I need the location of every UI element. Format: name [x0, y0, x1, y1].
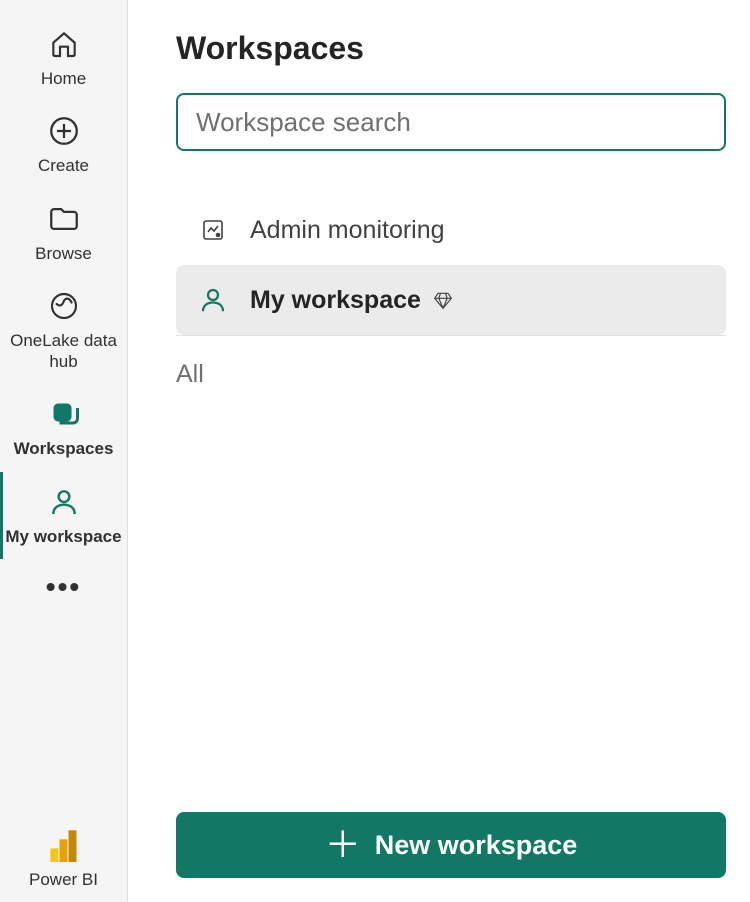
powerbi-icon	[46, 827, 82, 863]
diamond-icon	[433, 290, 453, 310]
onelake-icon	[46, 288, 82, 324]
nav-item-browse[interactable]: Browse	[0, 189, 127, 276]
nav-item-label: Workspaces	[14, 438, 114, 459]
nav-item-create[interactable]: Create	[0, 101, 127, 188]
spacer	[176, 389, 726, 812]
workspace-name: My workspace	[250, 286, 421, 315]
workspace-search-input[interactable]	[176, 93, 726, 151]
plus-icon: ＋	[325, 827, 361, 863]
nav-item-workspaces[interactable]: Workspaces	[0, 384, 127, 471]
nav-item-home[interactable]: Home	[0, 14, 127, 101]
more-icon: •••	[46, 571, 81, 603]
workspace-list: Admin monitoring My workspace	[176, 195, 726, 336]
workspace-name: Admin monitoring	[250, 216, 445, 245]
nav-item-label: Power BI	[29, 869, 98, 890]
workspaces-icon	[46, 396, 82, 432]
workspace-item-admin-monitoring[interactable]: Admin monitoring	[176, 195, 726, 265]
monitoring-icon	[196, 213, 230, 247]
panel-title: Workspaces	[176, 30, 726, 67]
nav-item-label: Browse	[35, 243, 92, 264]
nav-item-my-workspace[interactable]: My workspace	[0, 472, 127, 559]
folder-icon	[46, 201, 82, 237]
nav-item-label: OneLake data hub	[4, 330, 123, 373]
workspace-item-my-workspace[interactable]: My workspace	[176, 265, 726, 335]
person-icon	[46, 484, 82, 520]
nav-item-powerbi[interactable]: Power BI	[0, 815, 127, 902]
sidebar: Home Create Browse OneLake data hub	[0, 0, 128, 902]
new-workspace-label: New workspace	[375, 830, 578, 861]
home-icon	[46, 26, 82, 62]
plus-circle-icon	[46, 113, 82, 149]
nav-item-more[interactable]: •••	[0, 559, 127, 615]
section-heading-all: All	[176, 360, 726, 389]
workspaces-panel: Workspaces Admin monitoring My workspace	[128, 0, 750, 902]
nav-item-label: My workspace	[5, 526, 121, 547]
nav-item-label: Home	[41, 68, 86, 89]
person-icon	[196, 283, 230, 317]
nav-item-label: Create	[38, 155, 89, 176]
spacer	[0, 615, 127, 815]
new-workspace-button[interactable]: ＋ New workspace	[176, 812, 726, 878]
nav-item-onelake[interactable]: OneLake data hub	[0, 276, 127, 385]
